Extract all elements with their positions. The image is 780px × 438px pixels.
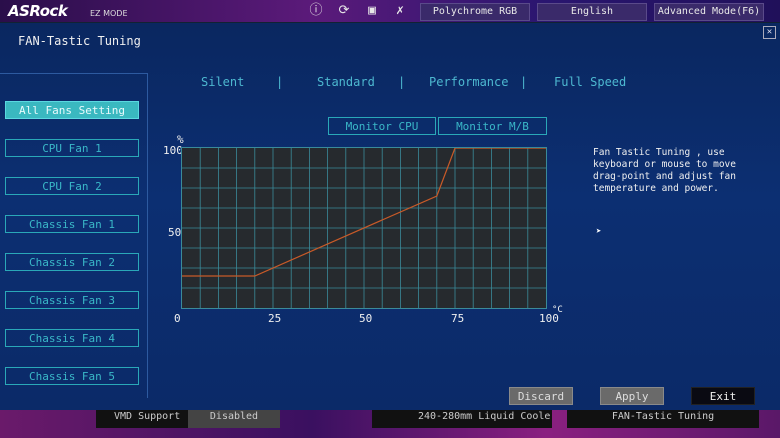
fan-tuning-panel: FAN-Tastic Tuning ✕ Silent | Standard | … — [0, 22, 780, 411]
fan-chassis-fan-4[interactable]: Chassis Fan 4 — [5, 329, 139, 347]
language-button[interactable]: English — [537, 3, 647, 21]
apply-button[interactable]: Apply — [600, 387, 664, 405]
vmd-support-label[interactable]: VMD Support — [96, 410, 188, 428]
fan-chassis-fan-1[interactable]: Chassis Fan 1 — [5, 215, 139, 233]
mode-separator: | — [276, 75, 284, 89]
info-icon[interactable]: ⓘ — [308, 3, 324, 19]
advanced-mode-button[interactable]: Advanced Mode(F6) — [654, 3, 764, 21]
info-text: Fan Tastic Tuning , use keyboard or mous… — [593, 147, 736, 194]
discard-button[interactable]: Discard — [509, 387, 573, 405]
asrock-logo: ASRock — [8, 2, 68, 20]
fan-curve-graph[interactable] — [181, 147, 547, 309]
mode-tab-performance[interactable]: Performance — [429, 75, 508, 89]
mode-tab-full-speed[interactable]: Full Speed — [554, 75, 626, 89]
fan-tuning-shortcut[interactable]: FAN-Tastic Tuning — [567, 410, 759, 428]
save-icon[interactable]: ▣ — [364, 3, 380, 19]
fan-chassis-fan-3[interactable]: Chassis Fan 3 — [5, 291, 139, 309]
mode-tab-standard[interactable]: Standard — [317, 75, 375, 89]
x-tick-label: 50 — [359, 312, 373, 325]
mouse-cursor-icon: ➤ — [596, 227, 602, 237]
mode-tab-silent[interactable]: Silent — [201, 75, 244, 89]
polychrome-button[interactable]: Polychrome RGB (ON) — [420, 3, 530, 33]
x-axis-unit: °C — [552, 305, 563, 315]
exit-button[interactable]: Exit — [691, 387, 755, 405]
fan-cpu-fan-2[interactable]: CPU Fan 2 — [5, 177, 139, 195]
fan-all-fans-setting[interactable]: All Fans Setting — [5, 101, 139, 119]
discard-icon[interactable]: ✗ — [392, 3, 408, 19]
panel-title: FAN-Tastic Tuning — [18, 34, 141, 48]
mode-separator: | — [398, 75, 406, 89]
fan-cpu-fan-1[interactable]: CPU Fan 1 — [5, 139, 139, 157]
x-tick-label: 0 — [174, 312, 181, 325]
refresh-icon[interactable]: ⟳ — [336, 3, 352, 19]
top-bar: ASRock EZ MODE ⓘ ⟳ ▣ ✗ Polychrome RGB (O… — [0, 0, 780, 33]
y-tick-label: 100 — [163, 144, 183, 157]
fan-chassis-fan-2[interactable]: Chassis Fan 2 — [5, 253, 139, 271]
vmd-support-value[interactable]: Disabled — [188, 410, 280, 428]
cooler-profile-label[interactable]: 240-280mm Liquid Coole — [372, 410, 552, 428]
monitor-mb-button[interactable]: Monitor M/B — [438, 117, 547, 135]
sidebar-divider-v — [147, 73, 148, 398]
mode-separator: | — [520, 75, 528, 89]
ez-mode-label: EZ MODE — [90, 9, 128, 18]
monitor-cpu-button[interactable]: Monitor CPU — [328, 117, 436, 135]
y-tick-label: 50 — [168, 226, 182, 239]
x-tick-label: 75 — [451, 312, 465, 325]
x-tick-label: 25 — [268, 312, 282, 325]
fan-curve-svg[interactable] — [182, 147, 546, 308]
close-icon[interactable]: ✕ — [763, 26, 776, 39]
sidebar-divider-h — [0, 73, 147, 74]
fan-chassis-fan-5[interactable]: Chassis Fan 5 — [5, 367, 139, 385]
